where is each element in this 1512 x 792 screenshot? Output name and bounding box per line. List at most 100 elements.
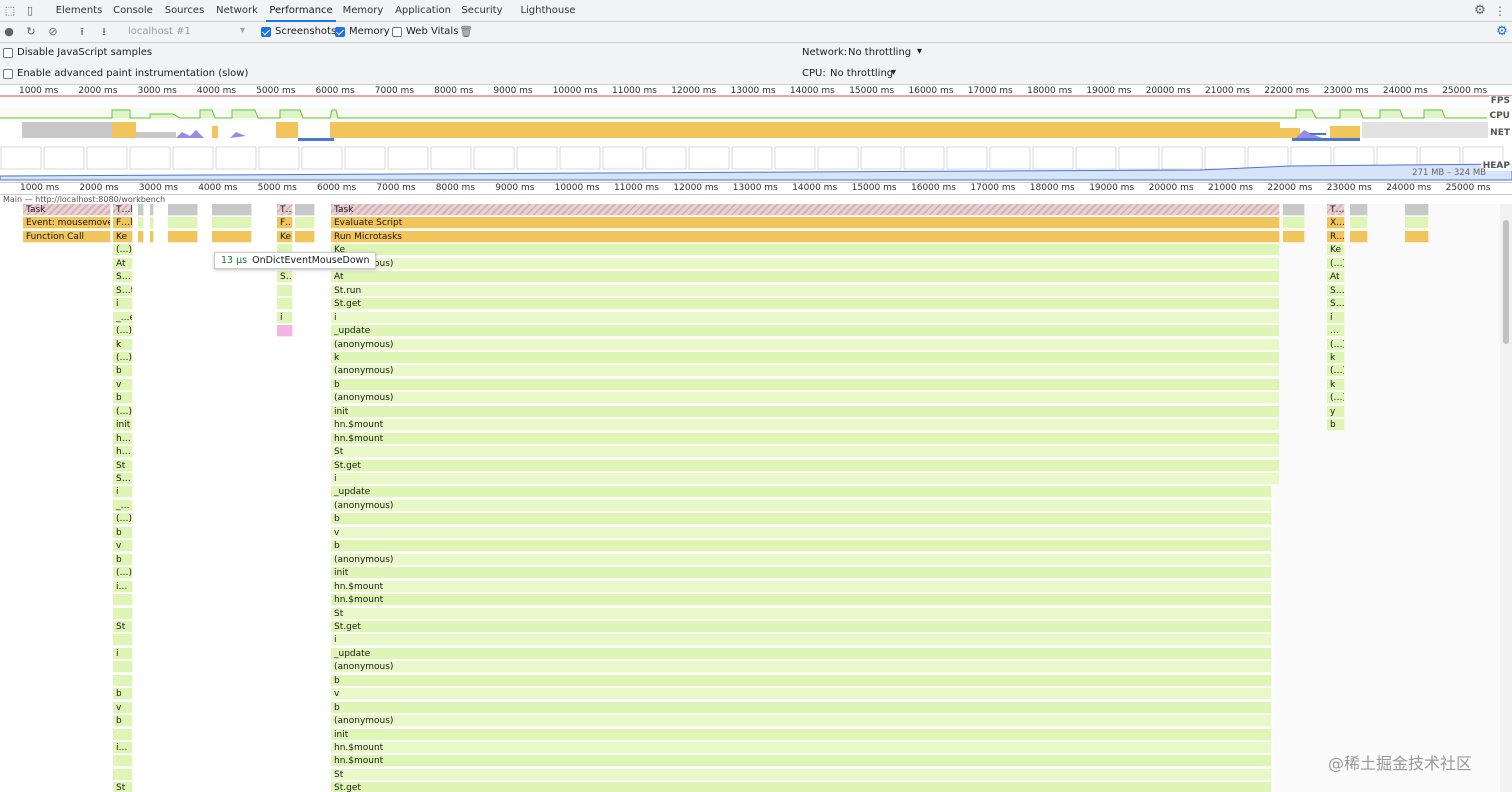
flame-event[interactable]: (…) — [113, 351, 133, 364]
flame-event[interactable]: (…) — [1327, 257, 1345, 270]
flame-event[interactable]: init — [113, 419, 133, 432]
flame-event[interactable] — [113, 768, 133, 781]
flame-event[interactable]: hn.$mount — [331, 432, 1280, 445]
flame-event[interactable]: At — [1327, 271, 1345, 284]
flame-event[interactable]: hn.$mount — [331, 419, 1280, 432]
tab-lighthouse[interactable]: Lighthouse — [518, 0, 578, 22]
flame-event[interactable]: (anonymous) — [331, 715, 1272, 728]
flame-event[interactable]: St — [113, 782, 133, 792]
reload-record-icon[interactable]: ↻ — [24, 25, 38, 39]
flame-event[interactable]: (anonymous) — [331, 365, 1280, 378]
flame-event[interactable]: b — [331, 674, 1272, 687]
flame-event[interactable]: S…t — [113, 284, 133, 297]
flame-event[interactable]: St.get — [331, 620, 1272, 633]
flame-event[interactable]: S… — [277, 271, 293, 284]
event-block[interactable]: Event: mousemove — [23, 217, 111, 230]
flame-event[interactable]: init — [331, 405, 1280, 418]
main-thread-flame-chart[interactable]: TaskEvent: mousemoveFunction CallT…kF…lK… — [0, 204, 1500, 792]
flame-event[interactable]: hn.$mount — [331, 580, 1272, 593]
flame-event[interactable]: At — [113, 257, 133, 270]
trash-icon[interactable]: 🗑 — [459, 25, 473, 39]
task-sliver[interactable] — [150, 204, 154, 216]
flame-event[interactable]: … — [1327, 325, 1345, 338]
flame-event[interactable]: (…) — [113, 244, 133, 257]
device-toolbar-icon[interactable]: ▯ — [23, 4, 37, 18]
flame-event[interactable] — [113, 607, 133, 620]
flame-event[interactable]: v — [331, 526, 1272, 539]
tab-performance[interactable]: Performance — [266, 0, 336, 22]
flame-event[interactable]: At — [331, 271, 1280, 284]
task-sliver[interactable] — [1405, 204, 1429, 216]
task-sliver[interactable] — [1283, 204, 1305, 216]
flame-event[interactable]: St — [331, 768, 1272, 781]
paint-block[interactable] — [277, 325, 293, 338]
load-profile-icon[interactable]: ⭱ — [75, 25, 89, 39]
task-sliver[interactable] — [1350, 204, 1368, 216]
flame-event[interactable]: i — [113, 486, 133, 499]
settings-gear-icon[interactable]: ⚙ — [1473, 4, 1487, 18]
flame-event[interactable]: v — [113, 701, 133, 714]
tab-security[interactable]: Security — [458, 0, 506, 22]
flame-event[interactable]: S… — [113, 473, 133, 485]
call-sliver[interactable] — [295, 230, 315, 243]
event-sliver[interactable] — [138, 217, 144, 230]
flame-event[interactable]: (anonymous) — [331, 499, 1272, 512]
flame-event[interactable]: (…) — [1327, 392, 1345, 405]
flame-event[interactable]: b — [113, 715, 133, 728]
flame-event[interactable]: (…) — [1327, 338, 1345, 351]
flame-event[interactable]: b — [1327, 419, 1345, 432]
flame-event[interactable]: hn.$mount — [331, 742, 1272, 754]
flame-event[interactable] — [277, 298, 293, 311]
flame-event[interactable] — [277, 284, 293, 297]
flame-event[interactable]: F… — [277, 217, 293, 230]
flame-event[interactable]: b — [331, 701, 1272, 714]
flame-event[interactable]: i — [113, 298, 133, 311]
flame-event[interactable]: (anonymous) — [331, 553, 1272, 566]
tab-application[interactable]: Application — [391, 0, 455, 22]
capture-settings-gear-icon[interactable]: ⚙ — [1495, 25, 1509, 39]
event-sliver[interactable] — [1350, 217, 1368, 230]
call-sliver[interactable] — [1350, 230, 1368, 243]
flame-event[interactable]: T… — [277, 204, 293, 216]
flame-event[interactable]: T…k — [113, 204, 133, 216]
call-sliver[interactable] — [1405, 230, 1429, 243]
more-menu-icon[interactable]: ⋮ — [1493, 4, 1507, 18]
flame-event[interactable]: i — [1327, 311, 1345, 324]
task-sliver[interactable] — [295, 204, 315, 216]
flame-event[interactable]: S… — [1327, 284, 1345, 297]
flame-event[interactable]: b — [113, 526, 133, 539]
flame-event[interactable]: b — [113, 365, 133, 378]
call-sliver[interactable] — [1283, 230, 1305, 243]
flame-event[interactable]: _update — [331, 486, 1272, 499]
flame-event[interactable]: v — [331, 688, 1272, 701]
task-block[interactable]: Task — [23, 204, 111, 216]
flame-event[interactable]: k — [1327, 378, 1345, 391]
flame-event[interactable]: i — [113, 647, 133, 660]
flame-event[interactable]: (…) — [1327, 365, 1345, 378]
flame-event[interactable]: R… — [1327, 230, 1345, 243]
flame-scrollbar[interactable] — [1500, 204, 1512, 792]
flame-event[interactable] — [113, 674, 133, 687]
flame-event[interactable]: b — [331, 540, 1272, 553]
record-icon[interactable]: ● — [2, 25, 16, 39]
inspect-element-icon[interactable]: ⬚ — [3, 4, 17, 18]
flame-event[interactable]: St — [113, 459, 133, 472]
flame-event[interactable]: v — [113, 540, 133, 553]
flame-event[interactable]: k — [113, 338, 133, 351]
flame-event[interactable]: hn.$mount — [331, 755, 1272, 768]
flame-event[interactable]: _…e — [113, 311, 133, 324]
flame-event[interactable]: X… — [1327, 217, 1345, 230]
flame-event[interactable]: i — [277, 311, 293, 324]
flame-event[interactable]: h… — [113, 432, 133, 445]
flame-event[interactable]: St — [331, 446, 1280, 459]
flame-event[interactable]: (anonymous) — [331, 661, 1272, 674]
flame-event[interactable]: (anonymous) — [331, 392, 1280, 405]
tab-network[interactable]: Network — [213, 0, 261, 22]
flame-event[interactable]: i — [331, 634, 1272, 647]
flame-event[interactable]: Evaluate Script — [331, 217, 1280, 230]
screenshots-checkbox[interactable] — [261, 27, 271, 37]
flame-event[interactable]: i… — [113, 742, 133, 754]
event-sliver[interactable] — [150, 217, 154, 230]
flame-event[interactable]: k — [1327, 351, 1345, 364]
web-vitals-checkbox[interactable] — [392, 27, 402, 37]
